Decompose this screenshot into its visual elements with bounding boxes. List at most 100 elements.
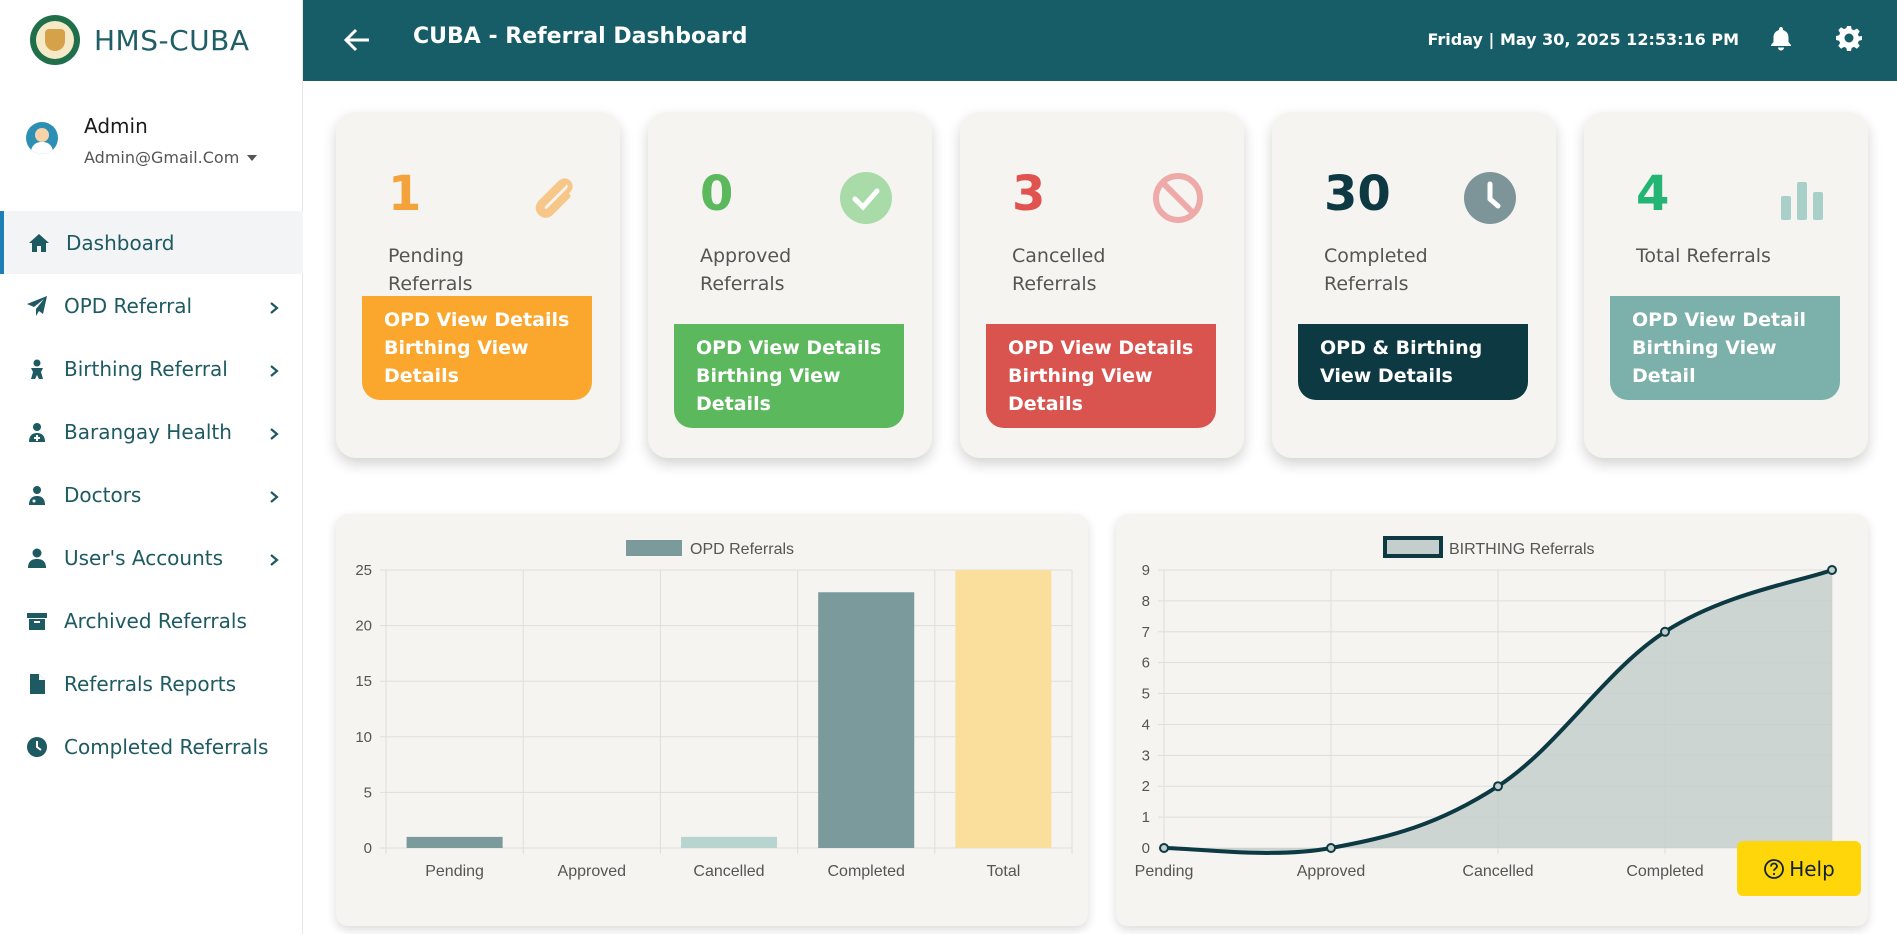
sidebar-item-dashboard[interactable]: Dashboard bbox=[0, 211, 303, 274]
sidebar-item-birthing-referral[interactable]: Birthing Referral bbox=[0, 337, 303, 400]
clock-icon bbox=[1464, 172, 1516, 224]
legend-swatch bbox=[626, 540, 682, 556]
card-button-line: Birthing View Details bbox=[384, 337, 529, 387]
card-button-line: OPD & Birthing View Details bbox=[1320, 337, 1483, 387]
stat-card-total-referrals: 4 Total Referrals OPD View Detail Birthing … bbox=[1584, 112, 1868, 458]
ban-icon bbox=[1153, 173, 1203, 223]
card-label: Cancelled Referrals bbox=[1012, 245, 1106, 295]
chevron-right-icon[interactable] bbox=[267, 422, 281, 440]
y-tick-label: 15 bbox=[355, 673, 372, 690]
y-tick-label: 4 bbox=[1142, 716, 1150, 733]
help-label: Help bbox=[1789, 856, 1835, 881]
x-tick-label: Total bbox=[987, 863, 1021, 880]
bar-chart-icon bbox=[1781, 182, 1823, 220]
sidebar-item-completed-referrals[interactable]: Completed Referrals bbox=[0, 715, 303, 778]
card-button-line: OPD View Details bbox=[696, 337, 882, 359]
data-point-pending bbox=[1159, 843, 1169, 853]
user-name: Admin bbox=[84, 114, 148, 138]
caret-down-icon[interactable] bbox=[247, 154, 258, 161]
data-point-total bbox=[1827, 565, 1837, 575]
data-point-approved bbox=[1326, 843, 1336, 853]
chevron-right-icon[interactable] bbox=[267, 485, 281, 503]
avatar bbox=[26, 122, 58, 154]
card-label: Approved Referrals bbox=[700, 245, 792, 295]
sidebar-item-label: Doctors bbox=[64, 482, 142, 507]
sidebar-nav: Dashboard OPD Referral Birthing Referral Ba… bbox=[0, 211, 303, 778]
sidebar-item-referrals-reports[interactable]: Referrals Reports bbox=[0, 652, 303, 715]
y-tick-label: 9 bbox=[1142, 562, 1150, 579]
chevron-right-icon[interactable] bbox=[267, 296, 281, 314]
brand[interactable]: HMS-CUBA bbox=[30, 14, 250, 66]
stat-card-pending-referrals: 1 Pending Referrals OPD View Details Birthi… bbox=[336, 112, 620, 458]
check-circle-icon bbox=[840, 172, 892, 224]
sidebar-item-archived-referrals[interactable]: Archived Referrals bbox=[0, 589, 303, 652]
user-profile[interactable]: Admin Admin@Gmail.Com bbox=[26, 114, 258, 167]
view-details-button[interactable]: OPD View Details Birthing View Details bbox=[674, 324, 904, 428]
question-circle-icon bbox=[1764, 858, 1785, 879]
chevron-right-icon[interactable] bbox=[267, 359, 281, 377]
sidebar: HMS-CUBA Admin Admin@Gmail.Com Dashboard… bbox=[0, 0, 303, 934]
sidebar-item-opd-referral[interactable]: OPD Referral bbox=[0, 274, 303, 337]
health-worker-icon bbox=[24, 419, 50, 445]
gear-icon[interactable] bbox=[1835, 24, 1863, 52]
data-point-completed bbox=[1660, 626, 1670, 637]
card-value: 3 bbox=[1012, 166, 1046, 222]
view-details-button[interactable]: OPD & Birthing View Details bbox=[1298, 324, 1528, 400]
y-tick-label: 0 bbox=[364, 840, 372, 857]
y-tick-label: 1 bbox=[1142, 809, 1150, 826]
sidebar-item-label: OPD Referral bbox=[64, 293, 193, 318]
y-tick-label: 0 bbox=[1142, 840, 1150, 857]
chevron-right-icon[interactable] bbox=[267, 548, 281, 566]
sidebar-item-doctors[interactable]: Doctors bbox=[0, 463, 303, 526]
bar-total bbox=[955, 570, 1052, 848]
card-label: Total Referrals bbox=[1636, 245, 1771, 267]
doctor-icon bbox=[24, 482, 50, 508]
brand-logo bbox=[30, 15, 80, 65]
stat-card-completed-referrals: 30 Completed Referrals OPD & Birthing View… bbox=[1272, 112, 1556, 458]
sidebar-item-label: Referrals Reports bbox=[64, 671, 237, 696]
card-value: 30 bbox=[1324, 166, 1391, 222]
x-tick-label: Cancelled bbox=[693, 863, 764, 880]
x-tick-label: Completed bbox=[828, 863, 905, 880]
help-button[interactable]: Help bbox=[1737, 841, 1861, 896]
card-label: Pending Referrals bbox=[388, 245, 473, 295]
archive-icon bbox=[24, 608, 50, 634]
legend-swatch bbox=[1383, 536, 1443, 558]
bar-completed bbox=[818, 592, 915, 848]
x-tick-label: Cancelled bbox=[1462, 863, 1533, 880]
back-arrow-icon[interactable] bbox=[341, 24, 373, 56]
sidebar-item-label: Barangay Health bbox=[64, 419, 232, 444]
x-tick-label: Pending bbox=[1135, 863, 1194, 880]
clock-icon bbox=[24, 734, 50, 760]
legend-label: OPD Referrals bbox=[690, 541, 794, 558]
sidebar-item-label: Birthing Referral bbox=[64, 356, 228, 381]
bell-icon[interactable] bbox=[1767, 24, 1795, 52]
y-tick-label: 10 bbox=[355, 729, 372, 746]
y-tick-label: 6 bbox=[1142, 655, 1150, 672]
sidebar-item-label: Archived Referrals bbox=[64, 608, 247, 633]
opd-chart-panel: 0 5 10 15 20 25 Pending Approved Cancelled Comple… bbox=[336, 514, 1088, 926]
datetime: Friday | May 30, 2025 12:53:16 PM bbox=[1427, 30, 1739, 49]
card-label: Completed Referrals bbox=[1324, 245, 1428, 295]
view-details-button[interactable]: OPD View Details Birthing View Details bbox=[362, 296, 592, 400]
card-button-line: OPD View Details bbox=[1008, 337, 1194, 359]
user-email-dropdown[interactable]: Admin@Gmail.Com bbox=[84, 148, 258, 167]
opd-referrals-chart: 0 5 10 15 20 25 Pending Approved Cancelled Comple… bbox=[355, 540, 1073, 880]
view-details-button[interactable]: OPD View Detail Birthing View Detail bbox=[1610, 296, 1840, 400]
card-button-line: OPD View Details bbox=[384, 309, 570, 331]
legend-label: BIRTHING Referrals bbox=[1449, 541, 1595, 558]
sidebar-item-barangay-health[interactable]: Barangay Health bbox=[0, 400, 303, 463]
card-button-line: Birthing View Details bbox=[1008, 365, 1153, 415]
sidebar-item-label: User's Accounts bbox=[64, 545, 224, 570]
page-title: CUBA - Referral Dashboard bbox=[413, 24, 748, 49]
x-tick-label: Approved bbox=[558, 863, 627, 880]
paper-plane-icon bbox=[24, 293, 50, 319]
card-button-line: Birthing View Detail bbox=[1632, 337, 1777, 387]
stat-card-approved-referrals: 0 Approved Referrals OPD View Details Birth… bbox=[648, 112, 932, 458]
y-tick-label: 2 bbox=[1142, 778, 1150, 795]
y-tick-label: 8 bbox=[1142, 593, 1150, 610]
y-tick-label: 5 bbox=[1142, 686, 1150, 703]
sidebar-item-user-s-accounts[interactable]: User's Accounts bbox=[0, 526, 303, 589]
data-point-cancelled bbox=[1493, 781, 1503, 792]
view-details-button[interactable]: OPD View Details Birthing View Details bbox=[986, 324, 1216, 428]
